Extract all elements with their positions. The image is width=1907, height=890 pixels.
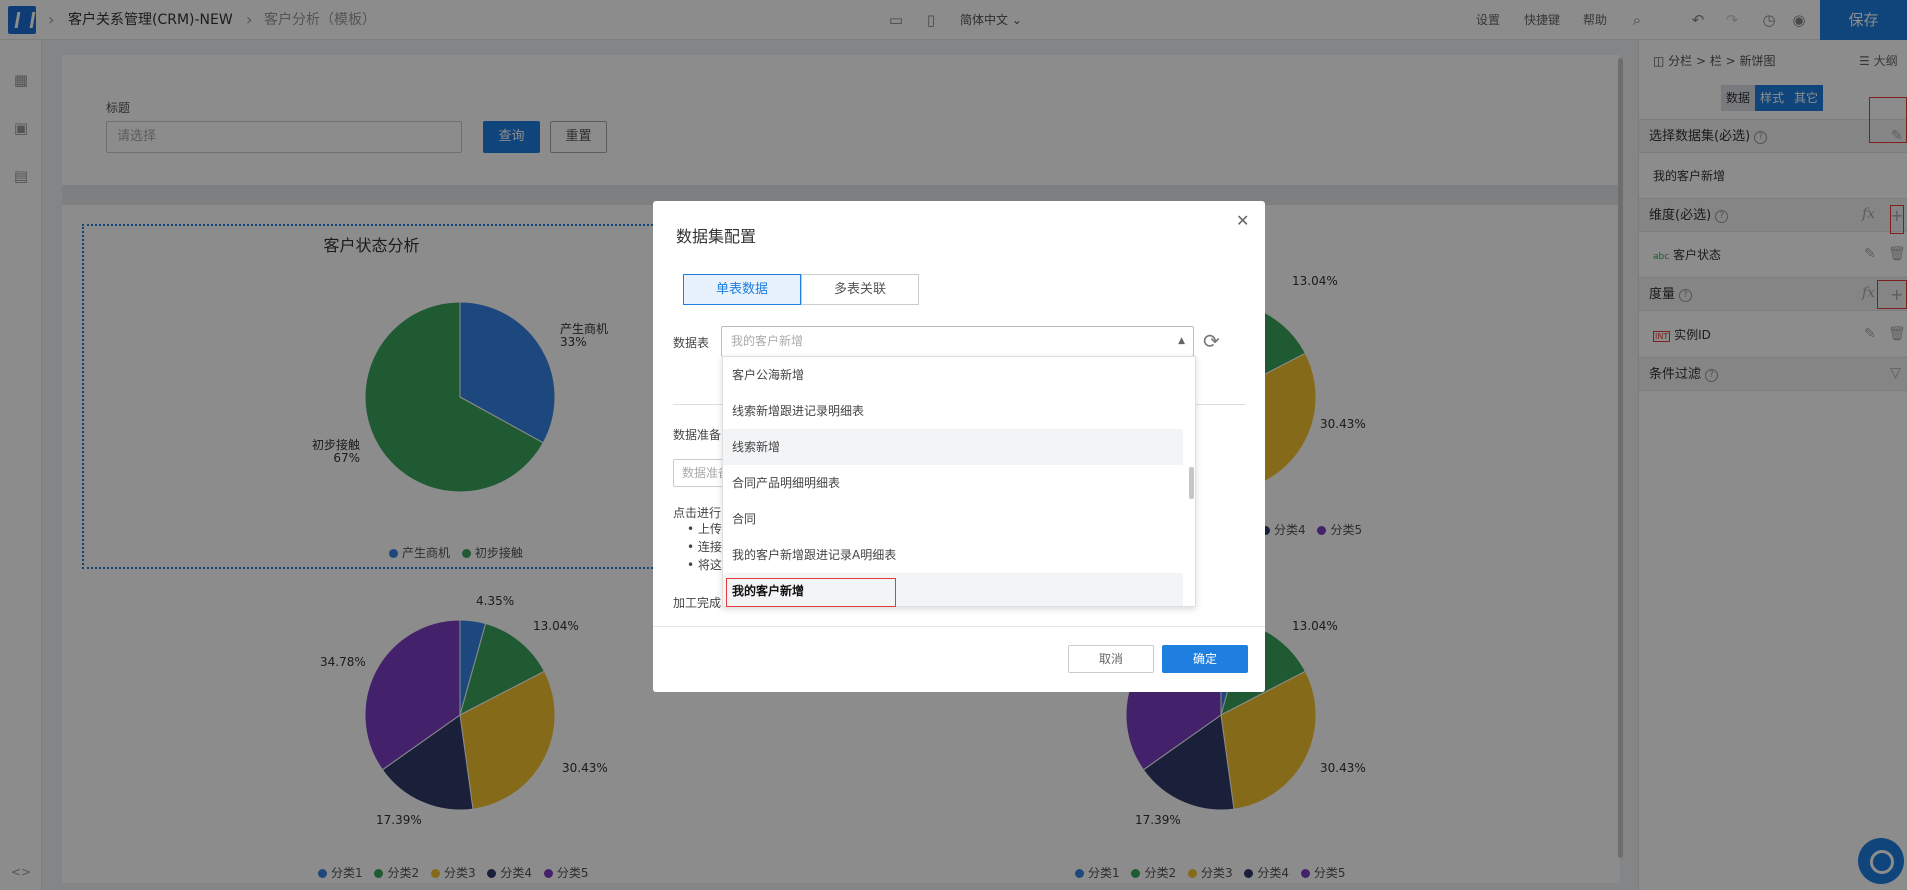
highlight-box: [726, 578, 896, 607]
hint-text: 点击进行: [673, 506, 722, 520]
tab-multi-join[interactable]: 多表关联: [801, 274, 919, 305]
dropdown-scrollbar[interactable]: [1189, 467, 1194, 499]
footer-divider: [653, 626, 1265, 627]
done-text: 加工完成: [673, 596, 722, 610]
dialog-tabs: 单表数据 多表关联: [683, 274, 919, 305]
confirm-button[interactable]: 确定: [1162, 645, 1248, 673]
dialog-title: 数据集配置: [676, 227, 757, 246]
dropdown-option[interactable]: 我的客户新增跟进记录A明细表: [723, 537, 1183, 573]
caret-up-icon: ▲: [1178, 336, 1185, 346]
prep-label: 数据准备: [673, 428, 722, 442]
dropdown-option[interactable]: 客户公海新增: [723, 357, 1183, 393]
dropdown-option[interactable]: 线索新增跟进记录明细表: [723, 393, 1183, 429]
cancel-button[interactable]: 取消: [1068, 645, 1154, 673]
dropdown-option[interactable]: 线索新增: [723, 429, 1183, 465]
refresh-icon[interactable]: ⟳: [1203, 329, 1220, 353]
table-dropdown: 客户公海新增 线索新增跟进记录明细表 线索新增 合同产品明细明细表 合同 我的客…: [722, 356, 1196, 607]
tab-single-table[interactable]: 单表数据: [683, 274, 801, 305]
dropdown-option[interactable]: 合同: [723, 501, 1183, 537]
table-select[interactable]: 我的客户新增 ▲: [721, 326, 1194, 357]
dropdown-option[interactable]: 合同产品明细明细表: [723, 465, 1183, 501]
close-icon[interactable]: ✕: [1236, 211, 1249, 230]
table-label: 数据表: [673, 336, 710, 350]
